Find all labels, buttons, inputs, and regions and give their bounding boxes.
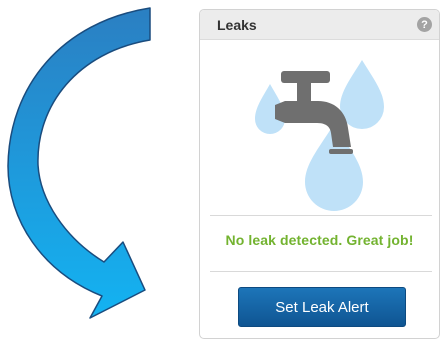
widget-header: Leaks ? [200, 10, 439, 40]
divider [210, 215, 432, 216]
set-leak-alert-button[interactable]: Set Leak Alert [238, 287, 406, 327]
leak-status-message: No leak detected. Great job! [225, 232, 414, 248]
curved-arrow-icon [7, 7, 151, 319]
widget-title: Leaks [217, 16, 257, 33]
leaks-widget: Leaks ? No leak detected. Great job! Set… [199, 9, 440, 339]
faucet-icon [255, 60, 384, 211]
water-drop-icon [340, 60, 384, 129]
help-icon[interactable]: ? [417, 17, 432, 32]
divider [210, 271, 432, 272]
